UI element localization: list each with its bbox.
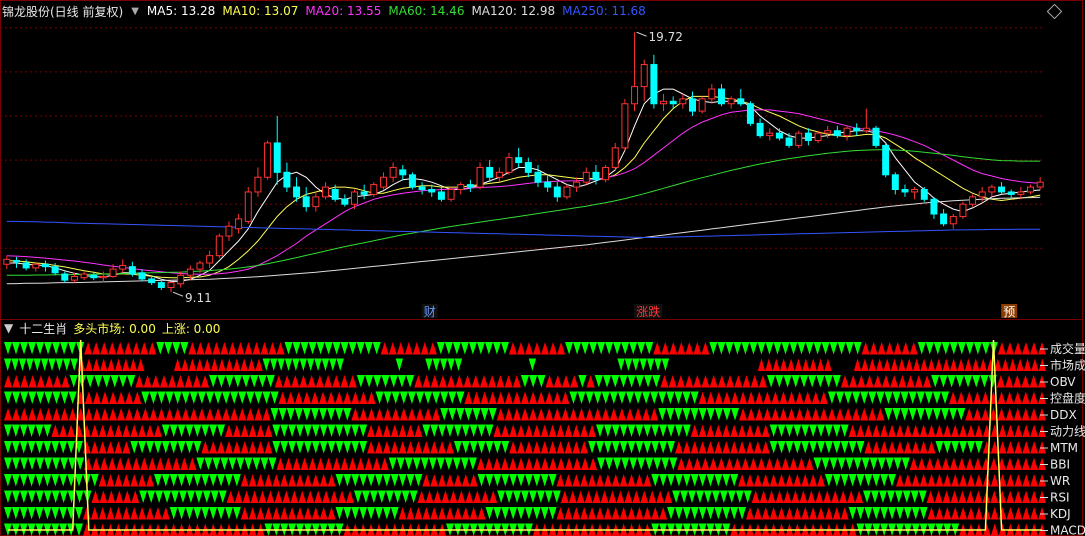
low-price-label: 9.11 (185, 291, 212, 305)
candle (698, 96, 706, 114)
candle (920, 187, 928, 202)
row-label-6: MTM (1050, 441, 1078, 455)
candle (959, 201, 967, 219)
rise-label: 上涨: 0.00 (161, 321, 221, 336)
candle (621, 98, 629, 151)
candle (746, 101, 754, 126)
ma-legend-item-4: MA120: 12.98 (471, 4, 556, 18)
candle (795, 130, 803, 148)
ma-legend: MA5: 13.28 MA10: 13.07 MA20: 13.55 MA60: 14… (147, 4, 646, 18)
row-label-8: WR (1050, 474, 1070, 488)
ma-legend-item-5: MA250: 11.68 (562, 4, 646, 18)
candle (215, 233, 223, 259)
ma-legend-item-2: MA20: 13.55 (305, 4, 382, 18)
bull-market-label: 多头市场: 0.00 (73, 321, 156, 336)
candle (563, 184, 571, 200)
ma-legend-item-0: MA5: 13.28 (146, 4, 216, 18)
event-marker-2[interactable]: 预 (1003, 305, 1015, 319)
ma-legend-item-3: MA60: 14.46 (388, 4, 465, 18)
event-marker-1[interactable]: 涨跌 (636, 304, 660, 319)
row-label-10: KDJ (1050, 507, 1071, 521)
stock-title: 锦龙股份(日线 前复权) (2, 4, 124, 19)
row-label-9: RSI (1050, 491, 1070, 505)
row-label-7: BBI (1050, 458, 1070, 472)
event-marker-0[interactable]: 财 (424, 305, 436, 319)
subpanel-header: ▼ 十二生肖 多头市场: 0.00 上涨: 0.00 (0, 320, 220, 336)
row-label-2: OBV (1050, 375, 1076, 389)
chart-frame: 19.72 9.11 财 涨跌 预 成交量市场成本 OBV 控盘度 DDX 动力线 MTM BBI… (0, 0, 1085, 536)
candle (882, 142, 890, 178)
chart-header: 锦龙股份(日线 前复权) ▼ MA5: 13.28 MA10: 13.07 MA20… (0, 2, 646, 20)
row-label-3: 控盘度 (1050, 391, 1085, 406)
subpanel-title: 十二生肖 (19, 321, 68, 336)
row-label-0: 成交量 (1050, 341, 1085, 356)
row-label-11: MACD (1050, 524, 1085, 536)
candle (264, 140, 272, 180)
high-price-label: 19.72 (649, 30, 683, 44)
ma-legend-item-1: MA10: 13.07 (222, 4, 299, 18)
candle (370, 182, 378, 197)
triangle-down-icon[interactable]: ▼ (131, 6, 139, 17)
row-label-5: 动力线 (1050, 425, 1085, 439)
candle (602, 165, 610, 183)
candle (408, 172, 416, 190)
candle (872, 125, 880, 148)
candle (447, 187, 455, 202)
candle (244, 187, 252, 224)
row-label-1: 市场成本 (1050, 358, 1085, 373)
subpanel-triangle-down-icon[interactable]: ▼ (0, 321, 13, 335)
row-label-4: DDX (1050, 408, 1077, 422)
